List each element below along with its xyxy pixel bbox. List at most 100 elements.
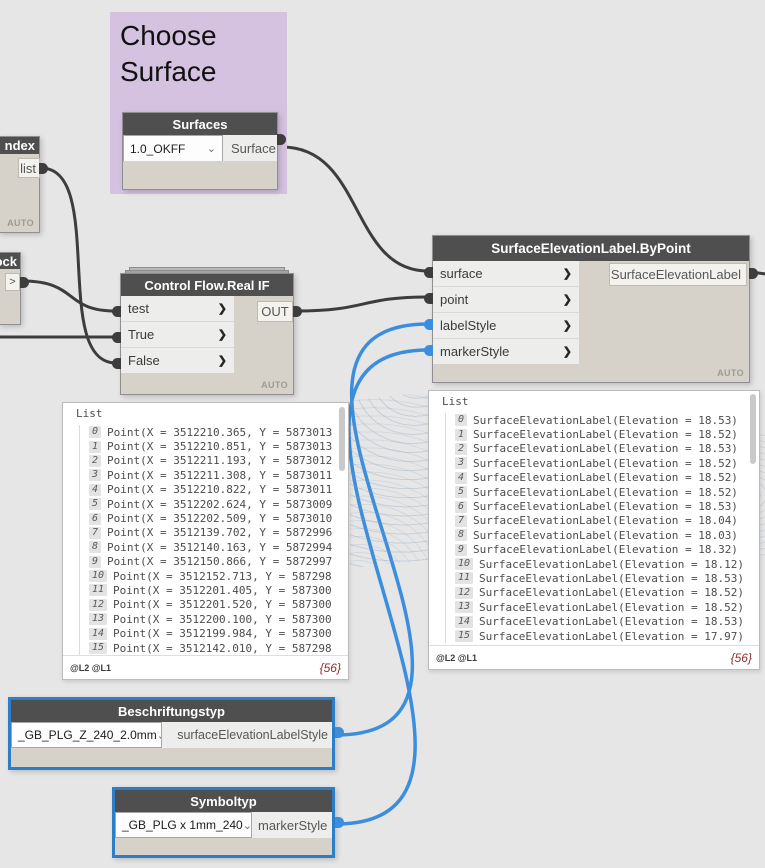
surface-input-connector[interactable]: [424, 267, 433, 278]
wire-test[interactable]: [21, 279, 117, 313]
node-index-header[interactable]: ndex: [0, 137, 39, 154]
surfaces-dropdown[interactable]: 1.0_OKFF ⌄: [123, 135, 223, 162]
false-input-connector[interactable]: [112, 358, 121, 369]
list-item: 12 Point(X = 3512201.520, Y = 587300: [89, 598, 340, 612]
list-index-badge: 11: [89, 584, 108, 597]
list-index-badge: 8: [89, 541, 102, 554]
node-control-flow-real-if[interactable]: Control Flow.Real IF test ❯ True ❯ False…: [112, 267, 302, 395]
wire-false[interactable]: [40, 166, 117, 365]
list-index-badge: 12: [89, 598, 108, 611]
beschriftungstyp-header[interactable]: Beschriftungstyp: [11, 700, 332, 722]
node-symboltyp[interactable]: Symboltyp _GB_PLG x 1mm_240 ⌄ markerStyl…: [112, 787, 344, 858]
list-item-value: Point(X = 3512210.822, Y = 5873011: [107, 483, 333, 497]
out-output-port[interactable]: OUT: [257, 301, 293, 322]
preview-bubble-points[interactable]: List 0 Point(X = 3512210.365, Y = 587301…: [62, 402, 349, 680]
group-title: Choose Surface: [120, 20, 217, 88]
input-port-surface[interactable]: surface ❯: [433, 261, 579, 287]
list-rows: 0 Point(X = 3512210.365, Y = 5873013 1 P…: [79, 425, 340, 656]
node-surfaces[interactable]: Surfaces 1.0_OKFF ⌄ Surface: [122, 112, 286, 190]
list-index-badge: 10: [455, 558, 474, 571]
list-index-badge: 0: [455, 414, 468, 427]
list-item-value: Point(X = 3512202.509, Y = 5873010: [107, 512, 333, 526]
index-lacing-label: AUTO: [7, 218, 34, 228]
input-port-true[interactable]: True ❯: [121, 322, 234, 348]
list-item: 15 Point(X = 3512142.010, Y = 587298: [89, 641, 340, 655]
list-item-value: Point(X = 3512150.866, Y = 5872997: [107, 555, 333, 569]
list-item-value: Point(X = 3512201.520, Y = 587300: [113, 598, 332, 612]
list-item-value: Point(X = 3512142.010, Y = 587298: [113, 641, 332, 655]
test-input-connector[interactable]: [112, 306, 121, 317]
list-index-badge: 8: [455, 529, 468, 542]
wire-point[interactable]: [296, 295, 429, 313]
beschriftungstyp-dropdown[interactable]: _GB_PLG_Z_240_2.0mm ⌄: [11, 722, 162, 748]
chevron-down-icon: ⌄: [206, 143, 216, 155]
list-item: 4 Point(X = 3512210.822, Y = 5873011: [89, 483, 340, 497]
list-item-value: SurfaceElevationLabel(Elevation = 18.53): [479, 615, 744, 629]
node-index-partial[interactable]: ndex list AUTO: [0, 136, 48, 233]
node-surfaces-header[interactable]: Surfaces: [123, 113, 277, 135]
list-index-badge: 2: [455, 442, 468, 455]
input-port-labelstyle[interactable]: labelStyle ❯: [433, 313, 579, 339]
list-item: 11 SurfaceElevationLabel(Elevation = 18.…: [455, 571, 751, 585]
port-chevron-icon: ❯: [217, 355, 227, 367]
block-output-port[interactable]: >: [5, 273, 20, 291]
lacing-levels-label: @L2 @L1: [70, 662, 112, 673]
list-index-badge: 6: [89, 512, 102, 525]
beschriftungstyp-output-port[interactable]: surfaceElevationLabelStyle: [162, 722, 332, 748]
list-item: 14 Point(X = 3512199.984, Y = 587300: [89, 626, 340, 640]
input-port-false[interactable]: False ❯: [121, 348, 234, 373]
selabel-output-port[interactable]: SurfaceElevationLabel: [609, 263, 747, 286]
scrollbar-thumb[interactable]: [750, 394, 756, 464]
list-item-value: SurfaceElevationLabel(Elevation = 18.32): [473, 543, 738, 557]
input-port-point[interactable]: point ❯: [433, 287, 579, 313]
labelstyle-input-connector[interactable]: [424, 319, 433, 330]
true-input-connector[interactable]: [112, 332, 121, 343]
input-port-markerstyle[interactable]: markerStyle ❯: [433, 339, 579, 364]
list-root-label: List: [76, 407, 103, 420]
list-item: 1 SurfaceElevationLabel(Elevation = 18.5…: [455, 427, 751, 441]
list-index-badge: 1: [89, 440, 102, 453]
list-item: 0 SurfaceElevationLabel(Elevation = 18.5…: [455, 413, 751, 427]
list-item-value: Point(X = 3512210.851, Y = 5873013: [107, 440, 333, 454]
list-index-badge: 13: [455, 601, 474, 614]
dynamo-canvas[interactable]: Choose Surface Surfaces 1.0_OKFF ⌄ Surfa…: [0, 0, 765, 868]
point-input-connector[interactable]: [424, 293, 433, 304]
scrollbar-thumb[interactable]: [339, 407, 345, 471]
list-item: 1 Point(X = 3512210.851, Y = 5873013: [89, 439, 340, 453]
symboltyp-output-port[interactable]: markerStyle: [252, 812, 332, 838]
markerstyle-input-connector[interactable]: [424, 345, 433, 356]
list-index-badge: 11: [455, 572, 474, 585]
node-surface-elevation-label-bypoint[interactable]: SurfaceElevationLabel.ByPoint surface ❯ …: [424, 235, 758, 383]
background-geometry-preview: [350, 391, 428, 569]
list-item: 14 SurfaceElevationLabel(Elevation = 18.…: [455, 614, 751, 628]
list-item-value: SurfaceElevationLabel(Elevation = 18.53): [473, 442, 738, 456]
input-port-test[interactable]: test ❯: [121, 296, 234, 322]
list-index-badge: 9: [89, 555, 102, 568]
wire-surface[interactable]: [281, 145, 429, 273]
symboltyp-header[interactable]: Symboltyp: [115, 790, 332, 812]
surfaces-output-port[interactable]: Surface: [223, 135, 277, 162]
list-index-badge: 0: [89, 426, 102, 439]
list-item-value: Point(X = 3512202.624, Y = 5873009: [107, 497, 333, 511]
real-if-header[interactable]: Control Flow.Real IF: [121, 274, 293, 296]
selabel-header[interactable]: SurfaceElevationLabel.ByPoint: [433, 236, 749, 261]
port-chevron-icon: ❯: [217, 303, 227, 315]
surfaces-dropdown-value: 1.0_OKFF: [130, 141, 186, 156]
list-item-value: Point(X = 3512211.308, Y = 5873011: [107, 468, 333, 482]
node-block-header[interactable]: ock: [0, 253, 20, 269]
index-output-port[interactable]: list: [18, 158, 40, 178]
node-beschriftungstyp[interactable]: Beschriftungstyp _GB_PLG_Z_240_2.0mm ⌄ s…: [8, 697, 344, 770]
list-index-badge: 3: [455, 457, 468, 470]
node-block-partial[interactable]: ock >: [0, 252, 29, 325]
preview-bubble-labels[interactable]: List 0 SurfaceElevationLabel(Elevation =…: [428, 390, 760, 670]
list-item-value: SurfaceElevationLabel(Elevation = 18.03): [473, 528, 738, 542]
list-item-value: SurfaceElevationLabel(Elevation = 18.53): [473, 413, 738, 427]
list-index-badge: 2: [89, 454, 102, 467]
list-item: 9 Point(X = 3512150.866, Y = 5872997: [89, 555, 340, 569]
symboltyp-dropdown[interactable]: _GB_PLG x 1mm_240 ⌄: [115, 812, 252, 838]
chevron-down-icon: ⌄: [242, 819, 252, 832]
list-index-badge: 7: [455, 514, 468, 527]
list-index-badge: 3: [89, 469, 102, 482]
list-index-badge: 15: [89, 642, 108, 655]
list-item-value: SurfaceElevationLabel(Elevation = 18.52): [473, 428, 738, 442]
